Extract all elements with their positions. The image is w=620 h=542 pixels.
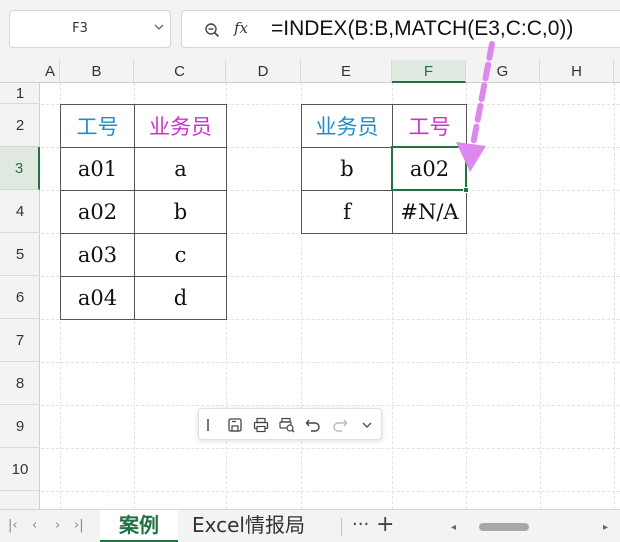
undo-icon[interactable] xyxy=(305,417,321,433)
formula-text[interactable]: =INDEX(B:B,MATCH(E3,C:C,0)) xyxy=(271,17,573,41)
column-header-a[interactable]: A xyxy=(41,60,60,83)
cell-c4[interactable]: b xyxy=(134,190,227,234)
formula-input[interactable]: fx =INDEX(B:B,MATCH(E3,C:C,0)) xyxy=(181,10,620,48)
row-header-4[interactable]: 4 xyxy=(0,190,40,233)
add-sheet-button[interactable]: + xyxy=(376,512,394,537)
sheet-tab-excel-info[interactable]: Excel情报局 xyxy=(192,510,305,542)
scroll-right-icon[interactable]: ▸ xyxy=(603,522,608,533)
first-sheet-icon[interactable]: |‹ xyxy=(8,518,18,533)
cell-b2[interactable]: 工号 xyxy=(60,104,135,148)
redo-icon[interactable] xyxy=(332,417,348,433)
cell-c2[interactable]: 业务员 xyxy=(134,104,227,148)
name-box-value: F3 xyxy=(72,21,88,36)
floating-toolbar xyxy=(198,408,382,440)
cell-f4[interactable]: #N/A xyxy=(392,190,467,234)
column-header-e[interactable]: E xyxy=(301,60,392,83)
print-icon[interactable] xyxy=(253,417,269,433)
scroll-left-icon[interactable]: ◂ xyxy=(451,522,456,533)
cell-b4[interactable]: a02 xyxy=(60,190,135,234)
cell-e3[interactable]: b xyxy=(301,147,393,191)
row-header-8[interactable]: 8 xyxy=(0,362,40,405)
cell-b5[interactable]: a03 xyxy=(60,233,135,277)
chevron-down-icon[interactable] xyxy=(154,22,164,32)
column-header-h[interactable]: H xyxy=(540,60,614,83)
cell-c5[interactable]: c xyxy=(134,233,227,277)
row-header-7[interactable]: 7 xyxy=(0,319,40,362)
dashed-arrow-annotation xyxy=(456,41,495,172)
cell-e2[interactable]: 业务员 xyxy=(301,104,393,148)
row-header-6[interactable]: 6 xyxy=(0,276,40,319)
row-header-10[interactable]: 10 xyxy=(0,448,40,491)
row-header-2[interactable]: 2 xyxy=(0,104,40,147)
print-preview-icon[interactable] xyxy=(279,417,295,433)
cell-b3[interactable]: a01 xyxy=(60,147,135,191)
save-icon[interactable] xyxy=(227,417,243,433)
chevron-down-icon[interactable] xyxy=(359,417,375,433)
grip-icon[interactable] xyxy=(205,417,211,433)
column-header-d[interactable]: D xyxy=(226,60,301,83)
sheet-tab-bar: |‹ ‹ › ›| 案例 Excel情报局 ··· + ◂ ▸ xyxy=(0,509,620,542)
row-header-1[interactable]: 1 xyxy=(0,83,40,104)
cell-e4[interactable]: f xyxy=(301,190,393,234)
fill-handle[interactable] xyxy=(463,187,469,193)
tab-separator xyxy=(341,518,342,536)
cell-c3[interactable]: a xyxy=(134,147,227,191)
next-sheet-icon[interactable]: › xyxy=(55,518,60,533)
horizontal-scrollbar[interactable] xyxy=(479,523,529,531)
prev-sheet-icon[interactable]: ‹ xyxy=(32,518,37,533)
zoom-out-icon[interactable] xyxy=(204,22,220,38)
row-header-9[interactable]: 9 xyxy=(0,405,40,448)
cell-b6[interactable]: a04 xyxy=(60,276,135,320)
column-headers: A B C D E F G H xyxy=(0,60,620,83)
row-header-5[interactable]: 5 xyxy=(0,233,40,276)
more-sheets-icon[interactable]: ··· xyxy=(352,514,369,535)
row-headers: 1 2 3 4 5 6 7 8 9 10 xyxy=(0,83,40,509)
name-box[interactable]: F3 xyxy=(9,10,171,48)
sheet-tab-active[interactable]: 案例 xyxy=(100,510,178,542)
column-header-c[interactable]: C xyxy=(134,60,226,83)
formula-bar-area: F3 fx =INDEX(B:B,MATCH(E3,C:C,0)) xyxy=(0,0,620,60)
cell-c6[interactable]: d xyxy=(134,276,227,320)
row-header-3[interactable]: 3 xyxy=(0,147,40,190)
column-header-b[interactable]: B xyxy=(60,60,134,83)
last-sheet-icon[interactable]: ›| xyxy=(74,518,84,533)
fx-icon[interactable]: fx xyxy=(234,19,248,37)
